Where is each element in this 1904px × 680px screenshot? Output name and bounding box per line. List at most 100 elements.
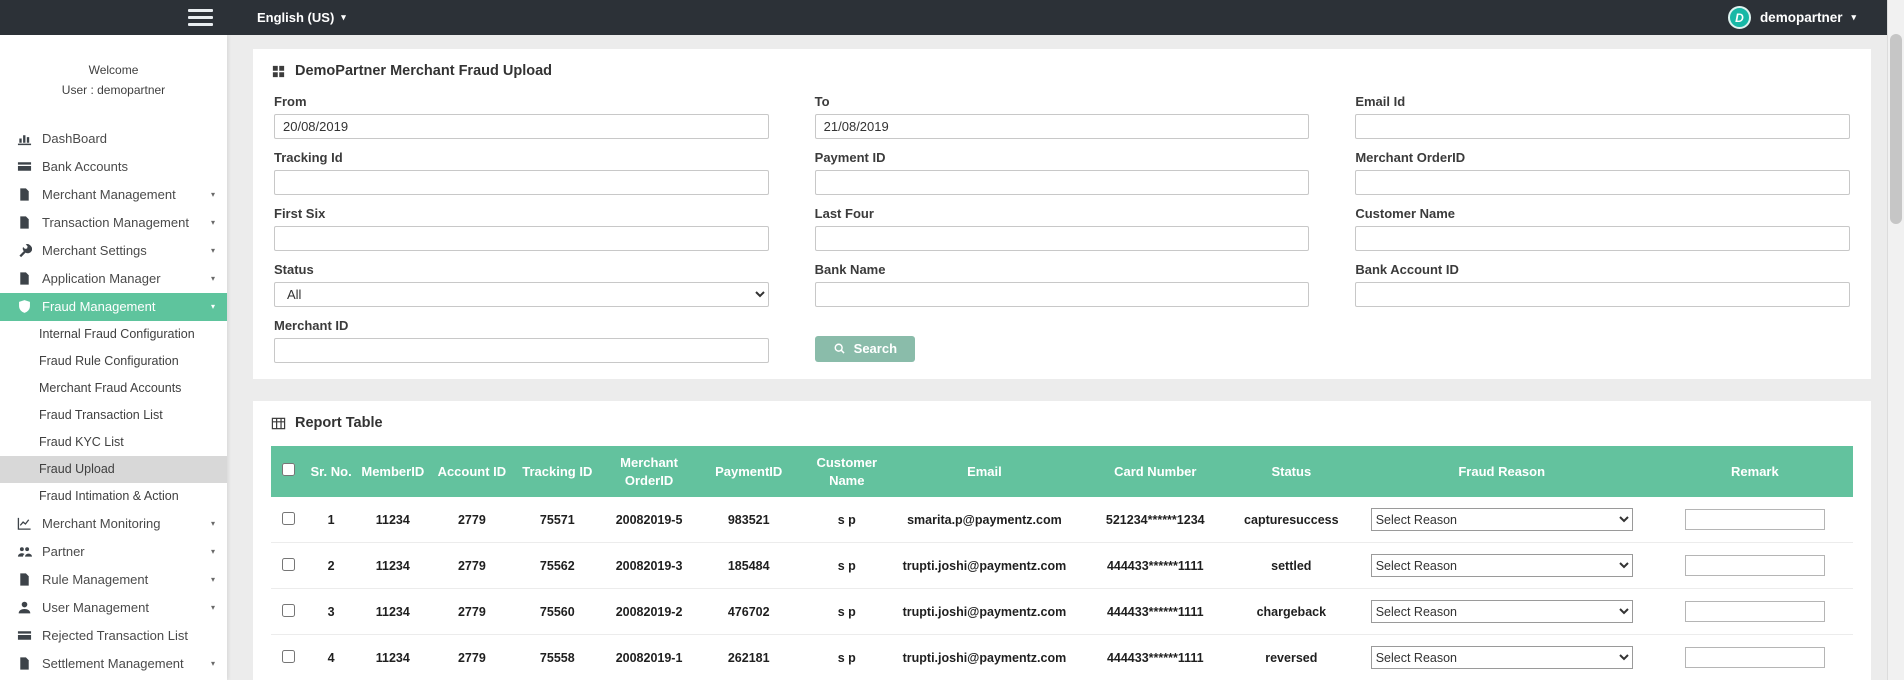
sidebar-item-label: Rejected Transaction List [42, 628, 188, 643]
cell-remark [1657, 635, 1853, 680]
remark-input[interactable] [1685, 509, 1825, 530]
to-label: To [815, 94, 1310, 109]
fraud-reason-select[interactable]: Select Reason [1371, 508, 1633, 531]
table-row: 3 11234 2779 75560 20082019-2 476702 s p… [271, 589, 1853, 635]
search-button[interactable]: Search [815, 336, 915, 362]
cell-merchant-orderid: 20082019-1 [600, 635, 698, 680]
from-input[interactable] [274, 114, 769, 139]
table-header-account-id: Account ID [429, 446, 514, 497]
email-id-input[interactable] [1355, 114, 1850, 139]
table-header-merchant-orderid: Merchant OrderID [600, 446, 698, 497]
menu-toggle-button[interactable] [188, 9, 213, 26]
payment-id-input[interactable] [815, 170, 1310, 195]
row-checkbox[interactable] [282, 604, 295, 617]
tracking-id-label: Tracking Id [274, 150, 769, 165]
tracking-id-input[interactable] [274, 170, 769, 195]
avatar: D [1728, 6, 1751, 29]
language-selector[interactable]: English (US) ▾ [257, 10, 346, 25]
table-row: 4 11234 2779 75558 20082019-1 262181 s p… [271, 635, 1853, 680]
sidebar-item-label: Merchant Settings [42, 243, 147, 258]
sidebar-subitem-label: Fraud Transaction List [39, 408, 163, 422]
doc-icon [17, 271, 32, 286]
cell-merchant-orderid: 20082019-3 [600, 543, 698, 589]
sidebar-item-settlement-management[interactable]: Settlement Management ▾ [0, 650, 227, 678]
chevron-down-icon: ▾ [211, 190, 215, 199]
cell-sr-no: 2 [306, 543, 357, 589]
sidebar-item-merchant-management[interactable]: Merchant Management ▾ [0, 181, 227, 209]
sidebar-subitem-label: Internal Fraud Configuration [39, 327, 195, 341]
sidebar-subitem-fraud-transaction-list[interactable]: Fraud Transaction List [0, 402, 227, 429]
chevron-down-icon: ▾ [341, 13, 346, 22]
panel-title-fraud-upload: DemoPartner Merchant Fraud Upload [271, 63, 1853, 79]
sidebar-item-bank-accounts[interactable]: Bank Accounts [0, 153, 227, 181]
customer-name-input[interactable] [1355, 226, 1850, 251]
user-menu[interactable]: D demopartner ▾ [1728, 6, 1856, 29]
sidebar-subitem-fraud-rule-configuration[interactable]: Fraud Rule Configuration [0, 348, 227, 375]
cell-status: reversed [1236, 635, 1347, 680]
sidebar-item-label: Application Manager [42, 271, 161, 286]
remark-input[interactable] [1685, 647, 1825, 668]
select-all-checkbox[interactable] [282, 463, 295, 476]
cell-sr-no: 3 [306, 589, 357, 635]
sidebar-item-dashboard[interactable]: DashBoard [0, 125, 227, 153]
field-bank-account-id: Bank Account ID [1355, 262, 1850, 307]
doc-icon [17, 572, 32, 587]
filter-form: From To Email Id Tracking Id Payment ID … [271, 94, 1853, 363]
sidebar-subitem-fraud-intimation-action[interactable]: Fraud Intimation & Action [0, 483, 227, 510]
welcome-line1: Welcome [12, 61, 215, 81]
bank-name-input[interactable] [815, 282, 1310, 307]
sidebar-item-application-manager[interactable]: Application Manager ▾ [0, 265, 227, 293]
cell-status: chargeback [1236, 589, 1347, 635]
cell-member-id: 11234 [356, 543, 429, 589]
sidebar-item-user-management[interactable]: User Management ▾ [0, 594, 227, 622]
sidebar-item-partner[interactable]: Partner ▾ [0, 538, 227, 566]
sidebar-subitem-fraud-kyc-list[interactable]: Fraud KYC List [0, 429, 227, 456]
sidebar-subitem-fraud-upload[interactable]: Fraud Upload [0, 456, 227, 483]
status-select[interactable]: All [274, 282, 769, 307]
fraud-reason-select[interactable]: Select Reason [1371, 646, 1633, 669]
row-checkbox[interactable] [282, 512, 295, 525]
form-grid-spacer [1355, 318, 1850, 363]
first-six-input[interactable] [274, 226, 769, 251]
chevron-down-icon: ▾ [211, 603, 215, 612]
search-icon [833, 342, 846, 355]
fraud-reason-select[interactable]: Select Reason [1371, 600, 1633, 623]
remark-input[interactable] [1685, 555, 1825, 576]
sidebar-item-transaction-management[interactable]: Transaction Management ▾ [0, 209, 227, 237]
row-checkbox[interactable] [282, 558, 295, 571]
fraud-reason-select[interactable]: Select Reason [1371, 554, 1633, 577]
bank-account-id-input[interactable] [1355, 282, 1850, 307]
chevron-down-icon: ▾ [211, 246, 215, 255]
chevron-down-icon: ▾ [211, 302, 215, 311]
merchant-orderid-input[interactable] [1355, 170, 1850, 195]
last-four-input[interactable] [815, 226, 1310, 251]
chevron-down-icon: ▾ [211, 659, 215, 668]
report-table: Sr. No. MemberID Account ID Tracking ID … [271, 446, 1853, 680]
row-checkbox[interactable] [282, 650, 295, 663]
cell-remark [1657, 543, 1853, 589]
sidebar-item-fraud-management[interactable]: Fraud Management ▾ [0, 293, 227, 321]
cell-account-id: 2779 [429, 635, 514, 680]
remark-input[interactable] [1685, 601, 1825, 622]
welcome-block: Welcome User : demopartner [0, 35, 227, 125]
sidebar-item-rejected-transaction-list[interactable]: Rejected Transaction List [0, 622, 227, 650]
sidebar-item-merchant-settings[interactable]: Merchant Settings ▾ [0, 237, 227, 265]
sidebar-item-rule-management[interactable]: Rule Management ▾ [0, 566, 227, 594]
sidebar-subitem-merchant-fraud-accounts[interactable]: Merchant Fraud Accounts [0, 375, 227, 402]
table-row: 1 11234 2779 75571 20082019-5 983521 s p… [271, 497, 1853, 543]
cell-fraud-reason: Select Reason [1347, 543, 1657, 589]
chevron-down-icon: ▾ [211, 575, 215, 584]
page-title: DemoPartner Merchant Fraud Upload [295, 63, 552, 79]
field-from: From [274, 94, 769, 139]
cell-select [271, 543, 306, 589]
merchant-id-input[interactable] [274, 338, 769, 363]
report-title: Report Table [295, 415, 383, 431]
sidebar-item-merchant-monitoring[interactable]: Merchant Monitoring ▾ [0, 510, 227, 538]
cell-member-id: 11234 [356, 497, 429, 543]
field-to: To [815, 94, 1310, 139]
cell-member-id: 11234 [356, 635, 429, 680]
to-input[interactable] [815, 114, 1310, 139]
first-six-label: First Six [274, 206, 769, 221]
sidebar-subitem-internal-fraud-configuration[interactable]: Internal Fraud Configuration [0, 321, 227, 348]
scrollbar-thumb[interactable] [1890, 34, 1902, 224]
